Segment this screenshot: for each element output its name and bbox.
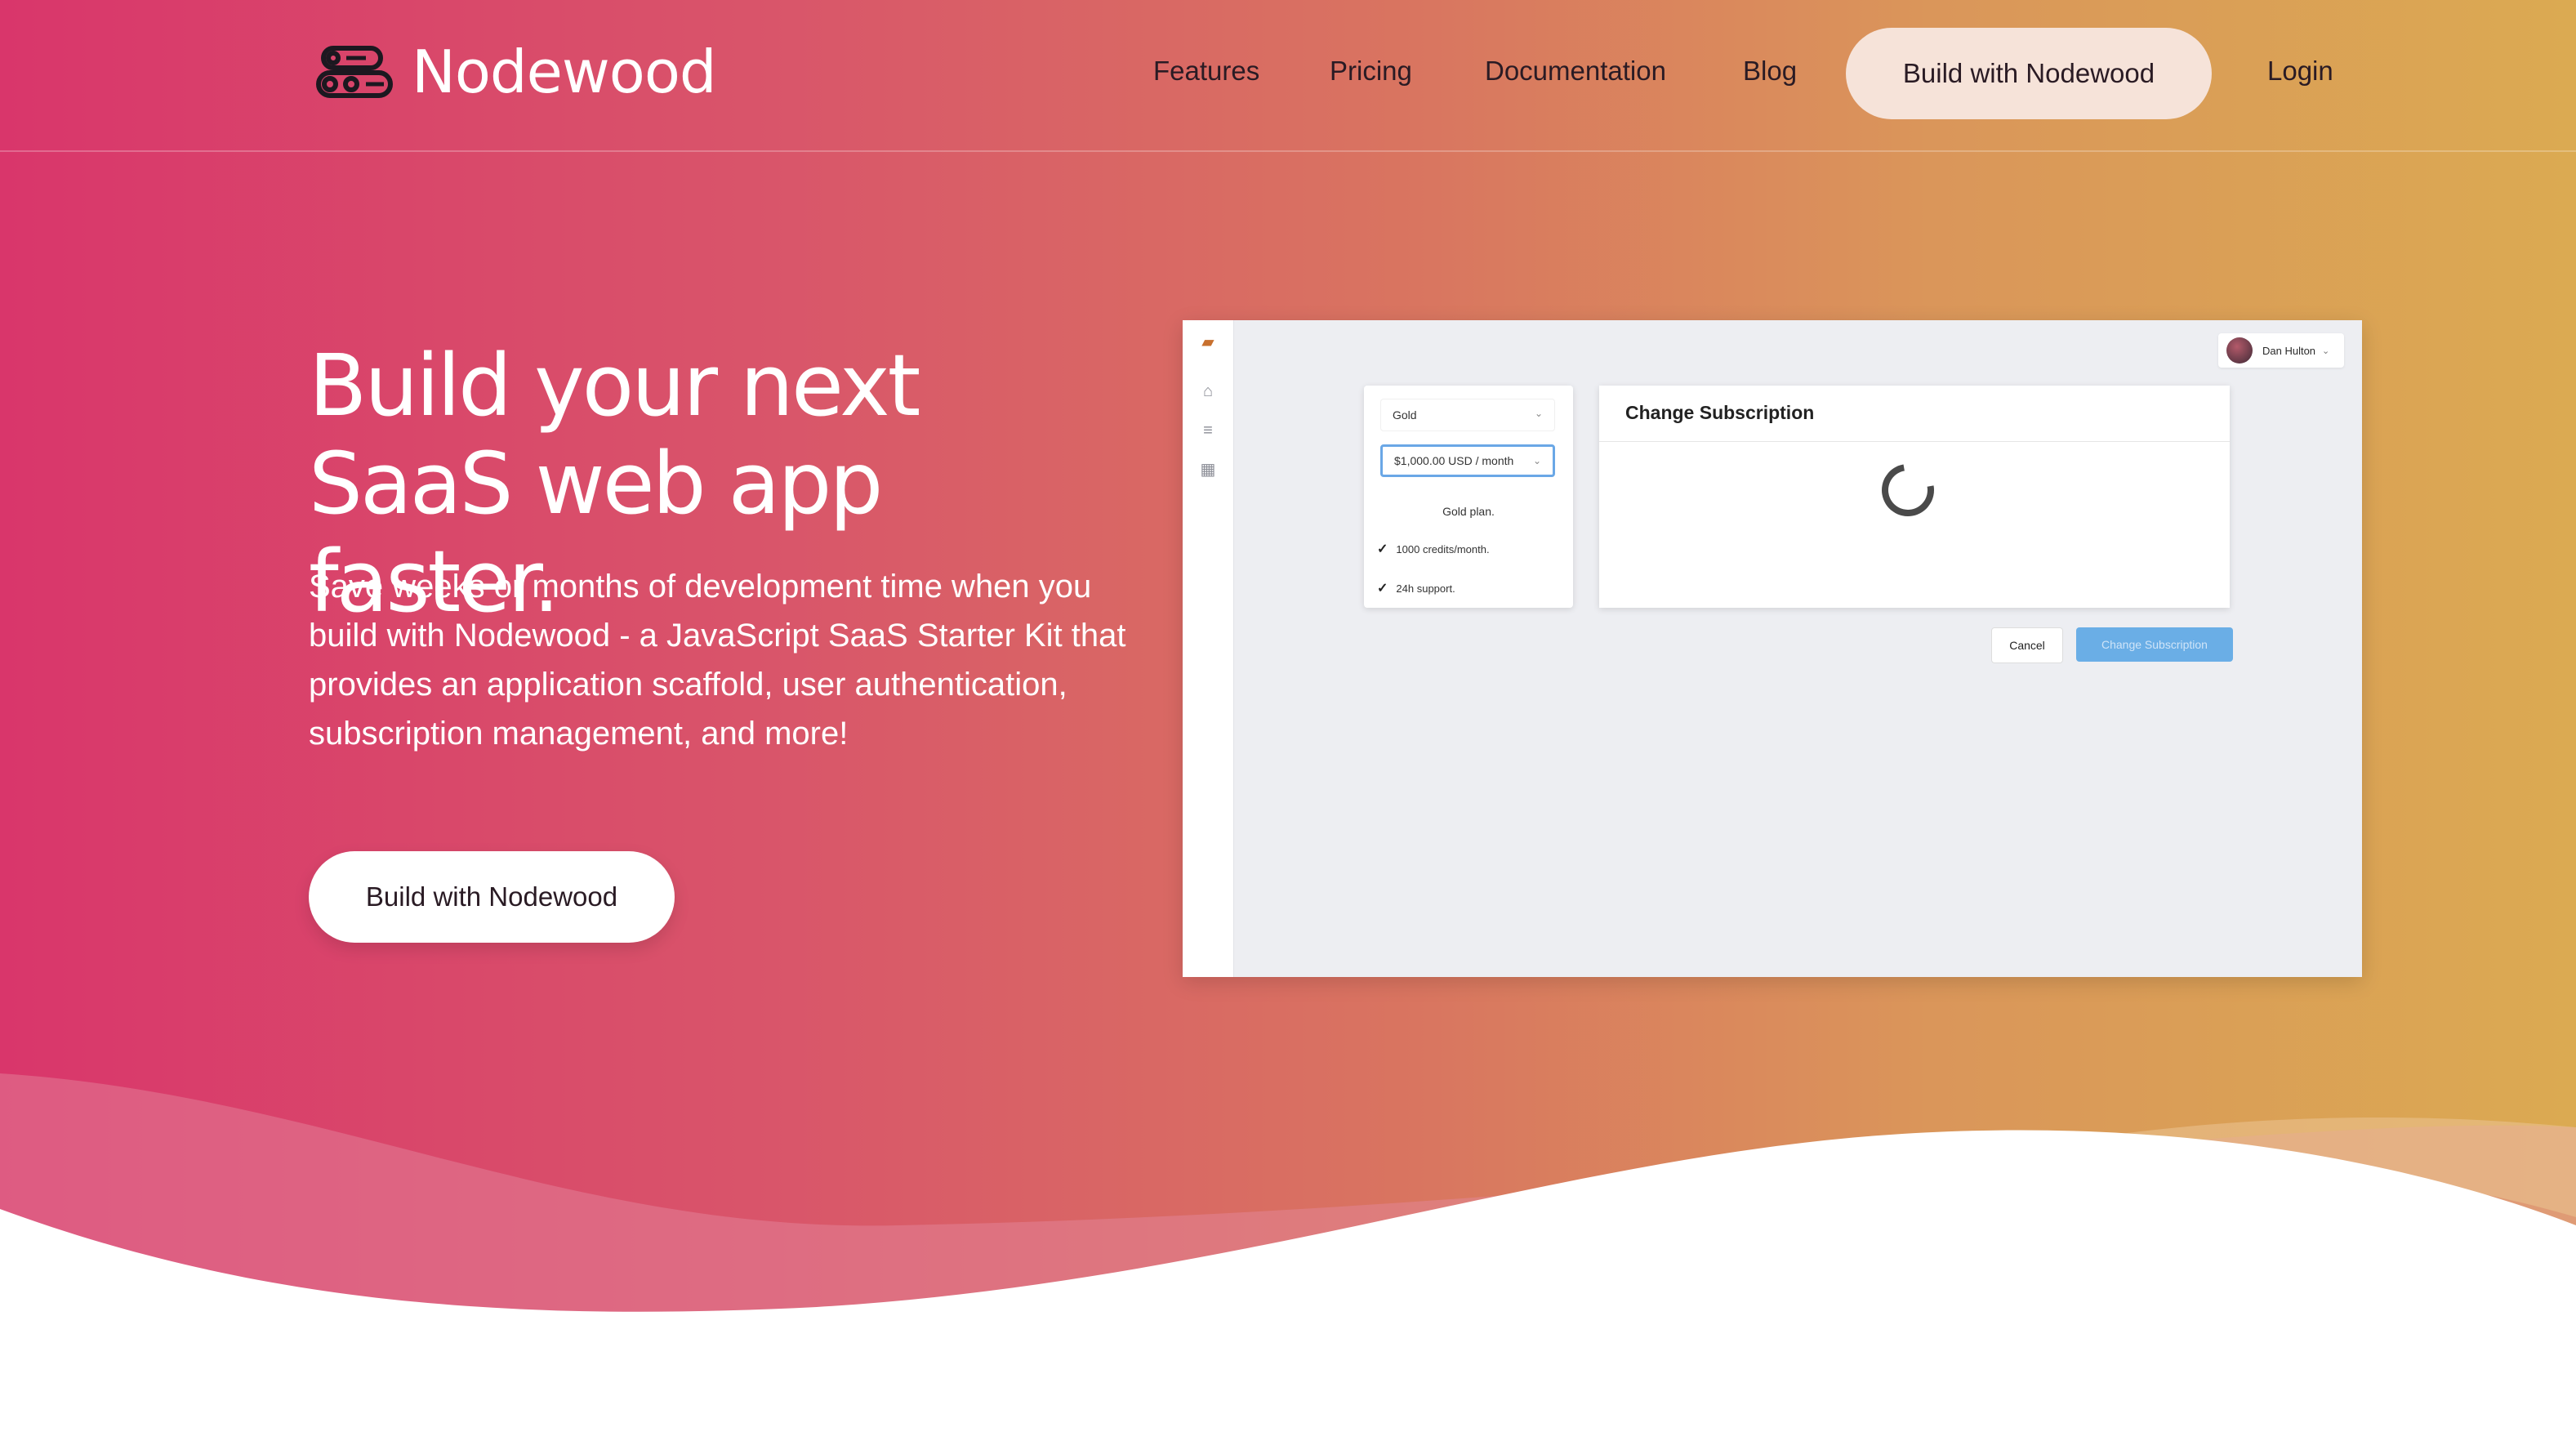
nav-login-link[interactable]: Login <box>2267 56 2333 87</box>
nav-pricing-link[interactable]: Pricing <box>1330 56 1412 87</box>
user-menu: Dan Hulton ⌄ <box>2218 333 2344 368</box>
nav-documentation-link[interactable]: Documentation <box>1485 56 1666 87</box>
decorative-waves <box>0 1073 2576 1441</box>
change-subscription-button: Change Subscription <box>2076 627 2233 662</box>
chevron-down-icon: ⌄ <box>2322 346 2330 356</box>
app-preview-screenshot: ▰ ⌂ ≡ ▦ Dan Hulton ⌄ Gold ⌄ $1,000.00 US… <box>1183 320 2362 977</box>
plan-feature-label: 1000 credits/month. <box>1396 542 1490 555</box>
chevron-down-icon: ⌄ <box>1532 455 1541 466</box>
plan-description: Gold plan. <box>1442 505 1495 518</box>
check-icon: ✓ <box>1377 582 1388 596</box>
brand-logo[interactable]: Nodewood <box>315 38 717 106</box>
cancel-button: Cancel <box>1991 627 2063 663</box>
logs-icon <box>316 46 393 98</box>
modal-title: Change Subscription <box>1625 402 1815 423</box>
modal-divider <box>1599 441 2230 442</box>
plan-feature: ✓ 24h support. <box>1377 580 1455 596</box>
brand-name: Nodewood <box>412 38 717 106</box>
change-subscription-modal: Change Subscription <box>1599 386 2230 608</box>
nav-blog-link[interactable]: Blog <box>1743 56 1797 87</box>
price-select: $1,000.00 USD / month ⌄ <box>1380 444 1555 477</box>
list-icon: ≡ <box>1203 422 1213 439</box>
avatar <box>2226 337 2253 364</box>
app-logo-icon: ▰ <box>1201 333 1214 351</box>
plan-feature-label: 24h support. <box>1396 582 1455 595</box>
price-select-value: $1,000.00 USD / month <box>1394 454 1514 467</box>
loading-spinner-icon <box>1871 453 1945 527</box>
check-icon: ✓ <box>1377 542 1388 556</box>
nav-features-link[interactable]: Features <box>1153 56 1259 87</box>
plan-select-value: Gold <box>1393 408 1417 422</box>
nav-build-button[interactable]: Build with Nodewood <box>1846 28 2212 119</box>
user-name: Dan Hulton <box>2262 344 2316 357</box>
hero-build-button[interactable]: Build with Nodewood <box>309 851 675 943</box>
home-icon: ⌂ <box>1202 382 1214 400</box>
top-navigation: Nodewood Features Pricing Documentation … <box>0 0 2576 152</box>
plan-selector-card: Gold ⌄ $1,000.00 USD / month ⌄ Gold plan… <box>1364 386 1573 608</box>
preview-sidebar: ▰ ⌂ ≡ ▦ <box>1183 320 1234 977</box>
chevron-down-icon: ⌄ <box>1534 408 1543 419</box>
table-icon: ▦ <box>1200 461 1216 479</box>
plan-select: Gold ⌄ <box>1380 399 1555 431</box>
hero-subtext: Save weeks or months of development time… <box>309 569 1126 752</box>
hero-background: Nodewood Features Pricing Documentation … <box>0 0 2576 1441</box>
plan-feature: ✓ 1000 credits/month. <box>1377 541 1490 557</box>
